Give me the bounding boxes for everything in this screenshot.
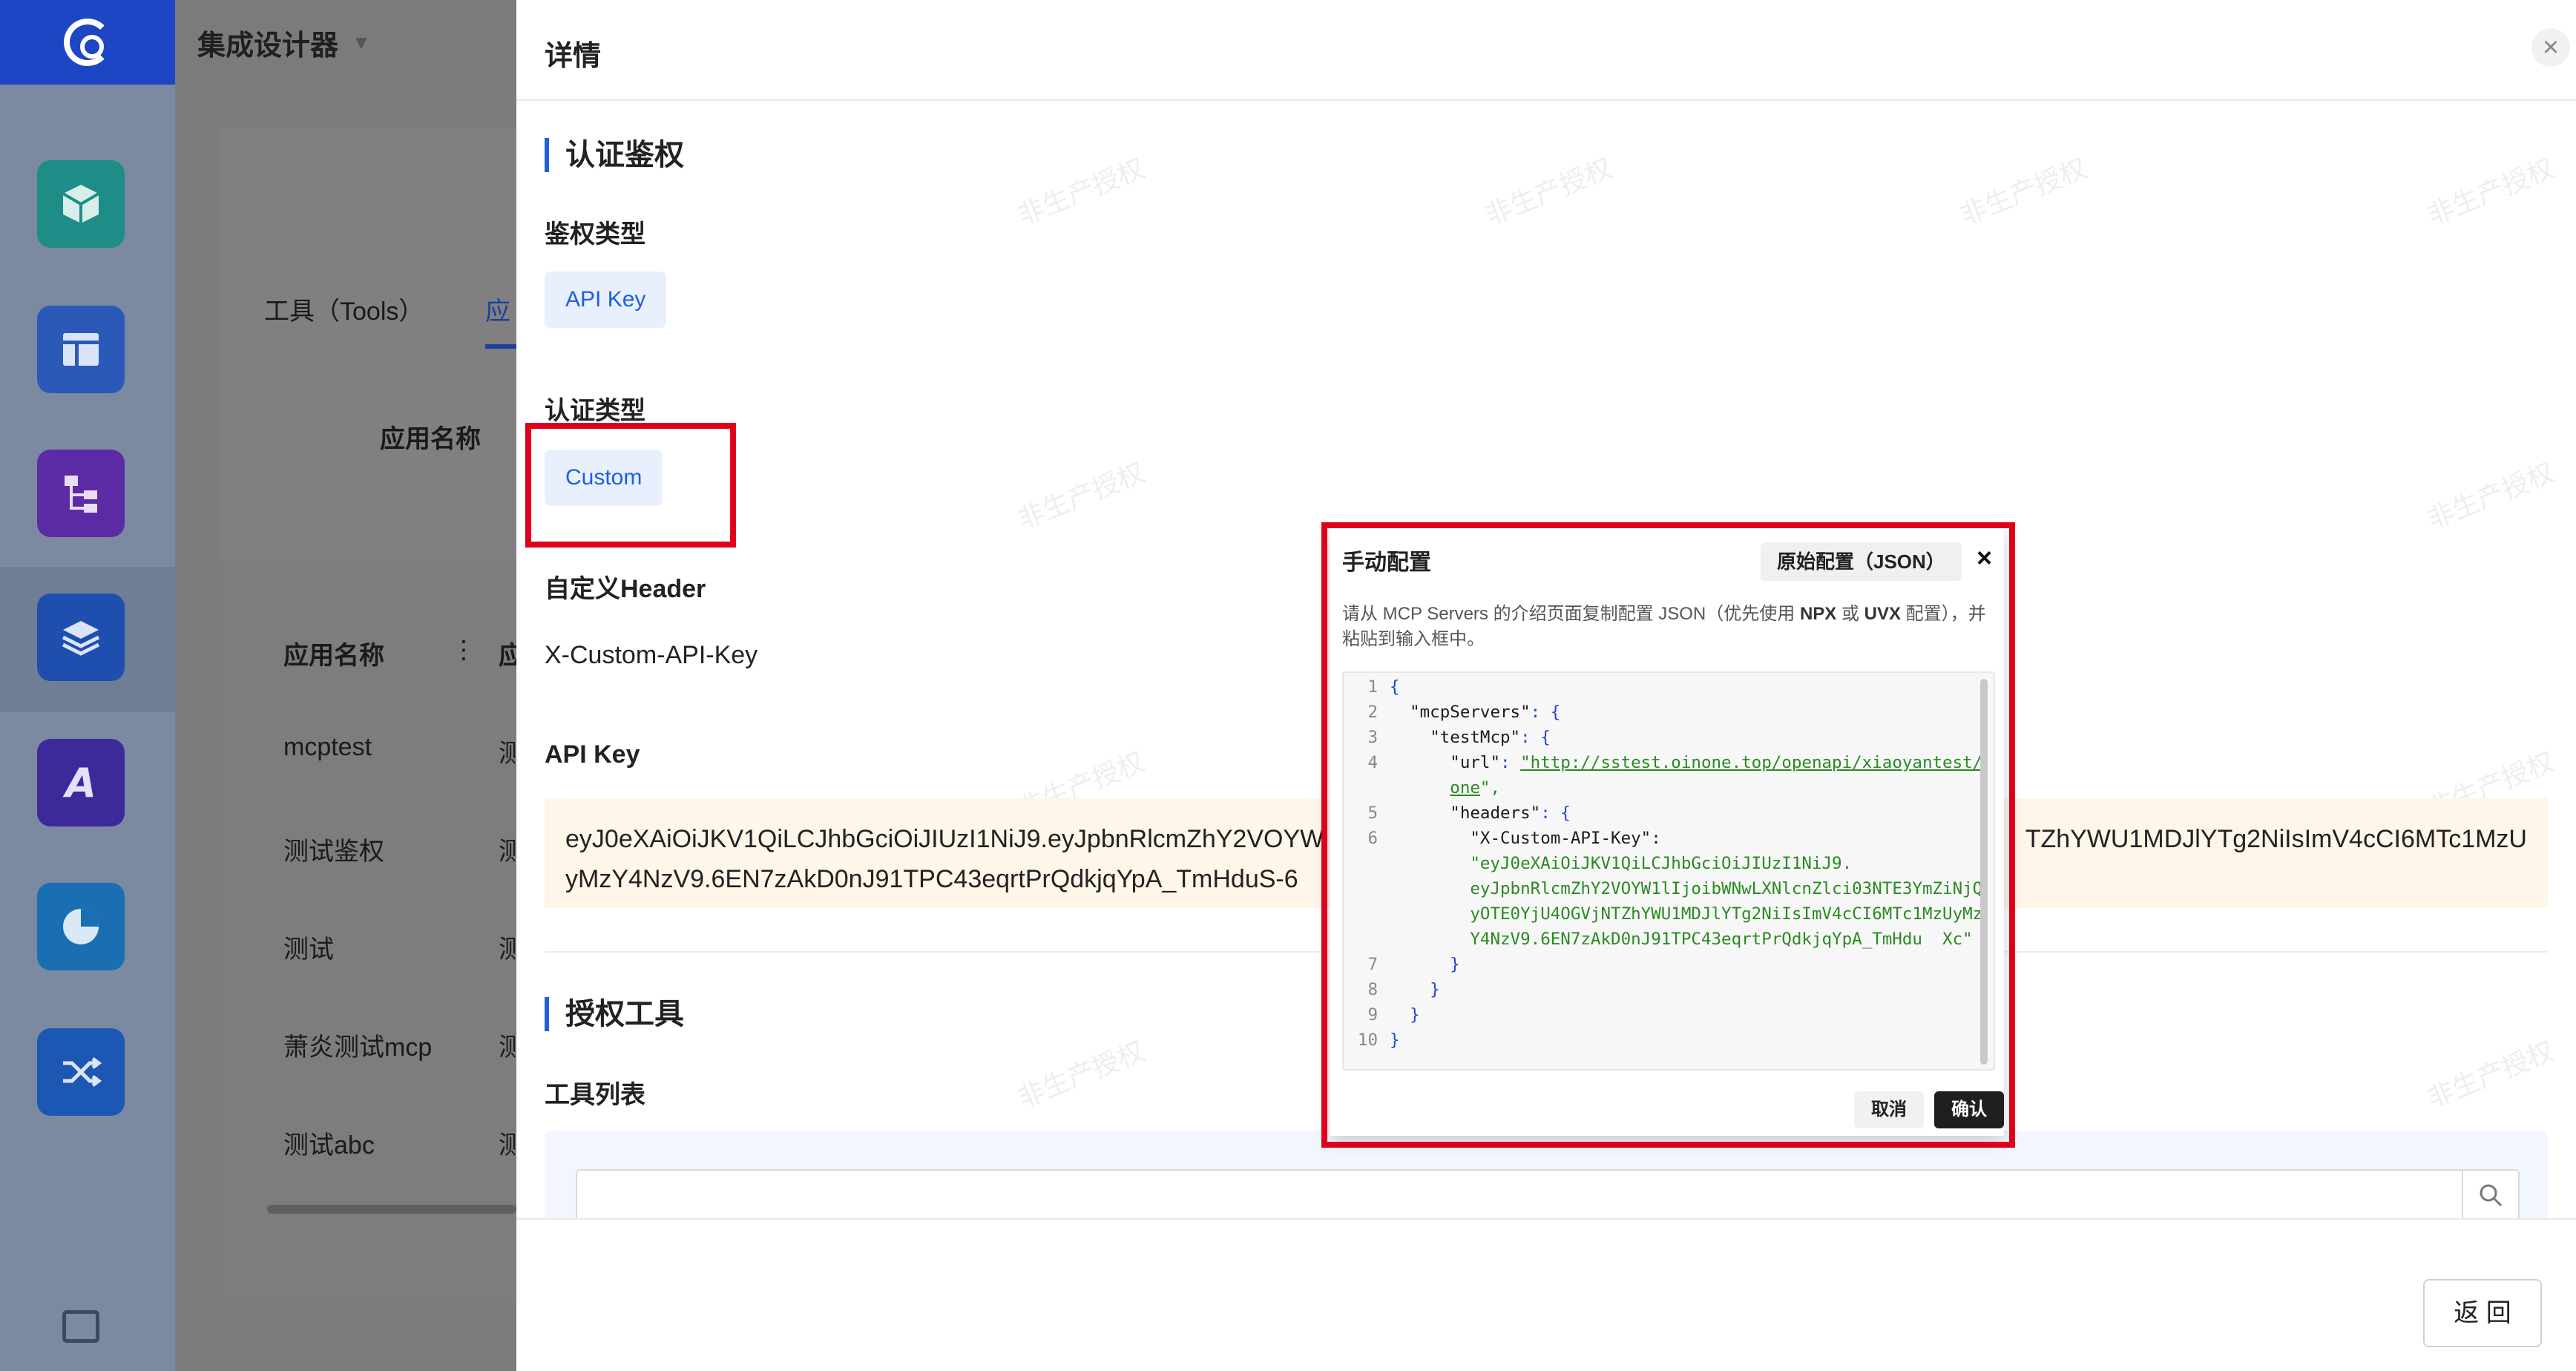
custom-header-label: 自定义Header [545,575,706,603]
code-line: 4 "url": "http://sstest.oinone.top/opena… [1367,753,1983,772]
modal-title: 手动配置 [1342,550,1431,575]
auth-type-tag: API Key [545,272,667,328]
close-icon[interactable]: × [2531,28,2570,67]
tab-tools[interactable]: 工具（Tools） [264,291,424,327]
pie-chart-icon[interactable] [37,883,125,970]
watermark: 非生产授权 [2422,456,2559,536]
filter-label: 应用名称 [380,425,481,453]
horizontal-scrollbar[interactable] [267,1205,516,1214]
watermark: 非生产授权 [1480,152,1617,231]
cancel-button[interactable]: 取消 [1854,1091,1924,1128]
api-key-line: eyJ0eXAiOiJKV1QiLCJhbGciOiJIUzI1NiJ9.eyJ… [565,825,1324,853]
cert-type-tag: Custom [545,450,663,506]
raw-config-button[interactable]: 原始配置（JSON） [1761,542,1962,581]
code-line: 7 } [1367,955,1460,974]
watermark: 非生产授权 [2422,1035,2559,1114]
confirm-button[interactable]: 确认 [1934,1091,2004,1128]
hint-npx: NPX [1799,604,1837,624]
table-row[interactable]: 测试 [283,929,334,965]
chevron-down-icon[interactable]: ▼ [352,31,371,54]
drawer-title: 详情 [545,41,602,72]
close-icon[interactable]: × [1977,542,1992,573]
table-row[interactable]: 测试鉴权 [283,831,384,867]
logo-icon [64,19,111,66]
ai-icon[interactable]: A [37,739,125,826]
drawer-header: 详情 × [516,0,2576,101]
watermark: 非生产授权 [1013,152,1149,231]
column-menu-icon[interactable]: ⋮ [451,635,476,665]
table-row[interactable]: mcptest [283,733,372,762]
hint-text: 请从 MCP Servers 的介绍页面复制配置 JSON（优先使用 [1342,604,1800,624]
watermark: 非生产授权 [1013,456,1149,536]
code-line: 10} [1357,1030,1400,1050]
manual-config-modal: 手动配置 原始配置（JSON） × 请从 MCP Servers 的介绍页面复制… [1330,527,2004,1136]
code-line: 1{ [1367,677,1400,697]
section-auth-title: 认证鉴权 [545,138,684,172]
code-line: 9 } [1367,1005,1420,1025]
app-logo[interactable] [0,0,175,85]
code-line: Y4NzV9.6EN7zAkD0nJ91TPC43eqrtPrQdkjqYpA_… [1470,930,1973,949]
json-editor[interactable]: 1{ 2 "mcpServers": { 3 "testMcp": { 4 "u… [1342,671,1995,1071]
collapse-sidebar-icon[interactable] [62,1310,99,1343]
api-key-line: TZhYWU1MDJlYTg2NiIsImV4cCI6MTc1MzU [2025,825,2527,853]
watermark: 非生产授权 [1013,1035,1149,1114]
shuffle-icon[interactable] [37,1028,125,1116]
code-line: "eyJ0eXAiOiJKV1QiLCJhbGciOiJIUzI1NiJ9. [1470,854,1853,873]
background-page: 工具（Tools） 应 应用名称 应用名称 ⋮ 应 mcptest 测试鉴权 测… [175,85,524,1371]
code-line: 3 "testMcp": { [1367,728,1551,747]
top-bar: 集成设计器 ▼ [175,0,516,85]
table-row[interactable]: 萧炎测试mcp [283,1027,432,1063]
custom-header-value: X-Custom-API-Key [545,641,758,669]
section-tools-title: 授权工具 [545,997,684,1031]
drawer-footer: 返 回 [516,1218,2576,1371]
back-button[interactable]: 返 回 [2423,1279,2542,1347]
code-line: 5 "headers": { [1367,803,1571,823]
editor-scrollbar[interactable] [1980,679,1988,1065]
modal-hint: 请从 MCP Servers 的介绍页面复制配置 JSON（优先使用 NPX 或… [1342,602,1995,652]
watermark: 非生产授权 [1955,152,2092,231]
search-icon[interactable] [2462,1171,2518,1220]
code-line: one", [1450,778,1501,798]
auth-type-label: 鉴权类型 [545,220,645,249]
code-line: 8 } [1367,980,1440,999]
tab-apps[interactable]: 应 [485,291,510,327]
hint-text: 或 [1836,604,1864,624]
app-rail: A [0,0,175,1371]
api-key-label: API Key [545,740,640,769]
code-line: 6 "X-Custom-API-Key": [1367,829,1661,848]
code-line: eyJpbnRlcmZhY2VOYW1lIjoibWNwLXNlcnZlci03… [1470,879,1983,898]
cube-icon[interactable] [37,160,125,248]
hint-uvx: UVX [1864,604,1901,624]
table-row[interactable]: 测试abc [283,1125,375,1161]
filter-card [220,129,516,559]
watermark: 非生产授权 [2422,152,2559,231]
code-line: yOTE0YjU4OGVjNTZhYWU1MDJlYTg2NiIsImV4cCI… [1470,904,1983,924]
tab-active-indicator [485,344,516,349]
code-line: 2 "mcpServers": { [1367,703,1561,722]
tools-list-label: 工具列表 [545,1081,645,1109]
cert-type-label: 认证类型 [545,397,645,425]
product-title[interactable]: 集成设计器 [197,22,338,63]
layers-icon[interactable] [37,594,125,681]
tool-search-input[interactable] [576,1169,2520,1220]
table-header-name: 应用名称 [283,642,384,670]
layout-icon[interactable] [37,306,125,393]
hierarchy-icon[interactable] [37,450,125,537]
